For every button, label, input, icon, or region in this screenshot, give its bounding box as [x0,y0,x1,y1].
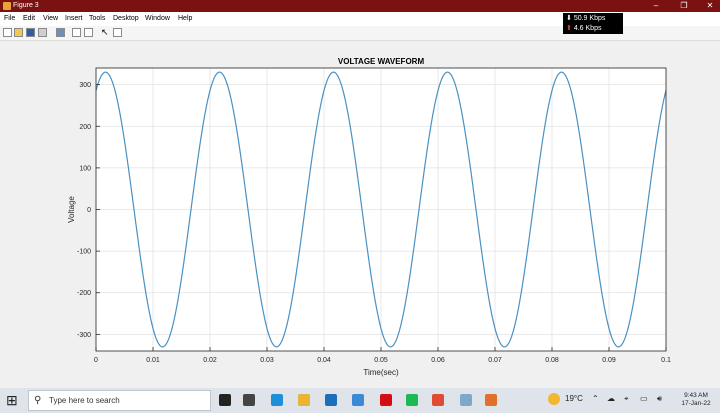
menu-insert[interactable]: Insert [65,14,83,24]
clock-date: 17-Jan-22 [681,400,711,407]
insert-colorbar-icon[interactable] [84,28,93,37]
open-file-icon[interactable] [14,28,23,37]
x-tick-label: 0.09 [602,357,616,364]
x-axis-label: Time(sec) [363,368,399,377]
netflix-icon[interactable] [380,394,392,406]
menu-file[interactable]: File [4,14,15,24]
new-figure-icon[interactable] [3,28,12,37]
y-tick-label: 100 [79,165,91,172]
minimize-button[interactable]: – [642,0,670,12]
y-tick-label: -200 [77,290,91,297]
menu-edit[interactable]: Edit [23,14,35,24]
link-plot-icon[interactable] [72,28,81,37]
photos-icon[interactable] [460,394,472,406]
save-icon[interactable] [26,28,35,37]
print-icon[interactable] [38,28,47,37]
maximize-button[interactable]: ❐ [670,0,698,12]
weather-temperature[interactable]: 19°C [565,393,583,405]
x-tick-label: 0.03 [260,357,274,364]
voltage-plot[interactable]: 0 0.01 0.02 0.03 0.04 0.05 0.06 0.07 0.08 0.09 0.1… [0,41,720,383]
upload-arrow-icon: ⬆ [566,25,572,32]
menu-tools[interactable]: Tools [89,14,105,24]
y-axis-label: Voltage [67,196,76,223]
plot-browser-icon[interactable] [113,28,122,37]
title-bar: Figure 3 – ❐ ✕ [0,0,720,12]
x-tick-label: 0.05 [374,357,388,364]
x-tick-label: 0.06 [431,357,445,364]
y-tick-label: 0 [87,207,91,214]
matlab-figure-icon [3,2,11,10]
location-icon[interactable]: ⌖ [624,393,629,405]
x-tick-label: 0.02 [203,357,217,364]
x-tick-label: 0.1 [661,357,671,364]
start-icon[interactable]: ⊞ [6,392,18,408]
y-tick-label: -100 [77,249,91,256]
file-explorer-icon[interactable] [298,394,310,406]
battery-icon[interactable]: ▭ [640,393,648,405]
chart-title: VOLTAGE WAVEFORM [338,57,425,66]
mail-icon[interactable] [352,394,364,406]
download-arrow-icon: ⬇ [566,15,572,22]
print-preview-icon[interactable] [56,28,65,37]
spotify-icon[interactable] [406,394,418,406]
select-arrow-icon[interactable]: ↖ [101,28,110,37]
menu-desktop[interactable]: Desktop [113,14,139,24]
close-button[interactable]: ✕ [696,0,720,12]
network-speed-overlay: ⬇ 50.9 Kbps ⬆ 4.6 Kbps [563,13,623,34]
figure-canvas: 0 0.01 0.02 0.03 0.04 0.05 0.06 0.07 0.08 0.09 0.1… [0,41,720,383]
menu-window[interactable]: Window [145,14,170,24]
x-tick-label: 0.08 [545,357,559,364]
show-hidden-icons-icon[interactable]: ⌃ [592,393,599,405]
y-tick-label: 300 [79,82,91,89]
task-view-icon[interactable] [243,394,255,406]
taskbar: ⊞ ⚲ Type here to search 19°C ⌃ ☁ ⌖ ▭ 🔊︎ … [0,388,720,413]
y-tick-label: 200 [79,124,91,131]
download-speed: 50.9 Kbps [573,15,606,22]
taskbar-search[interactable]: ⚲ Type here to search [28,390,211,411]
window-title: Figure 3 [13,2,39,9]
x-tick-label: 0.01 [146,357,160,364]
clock-time: 9:43 AM [684,392,708,399]
volume-icon[interactable]: 🔊︎ [657,393,662,405]
menu-help[interactable]: Help [178,14,192,24]
store-icon[interactable] [325,394,337,406]
search-placeholder: Type here to search [49,396,120,405]
cloud-icon[interactable]: ☁ [607,393,615,405]
x-tick-label: 0 [94,357,98,364]
menu-view[interactable]: View [43,14,58,24]
cortana-icon[interactable] [219,394,231,406]
x-tick-label: 0.04 [317,357,331,364]
upload-speed: 4.6 Kbps [573,25,602,32]
weather-icon [548,393,560,405]
edge-icon[interactable] [271,394,283,406]
search-icon: ⚲ [34,395,42,406]
y-tick-label: -300 [77,332,91,339]
chrome-icon[interactable] [432,394,444,406]
taskbar-clock[interactable]: 9:43 AM 17-Jan-22 [676,392,716,408]
x-tick-label: 0.07 [488,357,502,364]
matlab-icon[interactable] [485,394,497,406]
